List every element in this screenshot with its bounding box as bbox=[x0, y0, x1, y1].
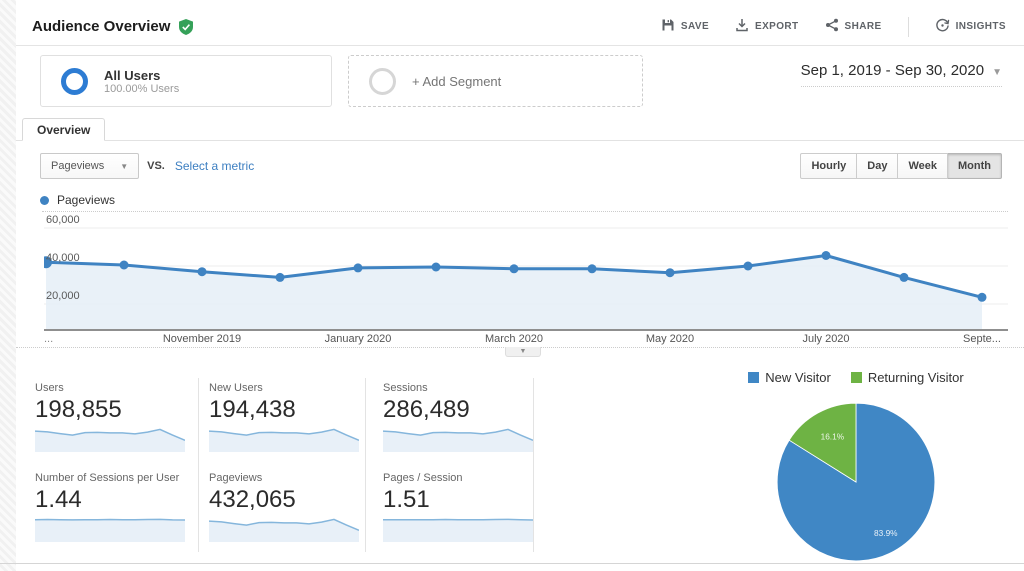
metric-card-users: Users 198,855 bbox=[35, 382, 185, 452]
insights-icon bbox=[935, 18, 950, 36]
metric-value: 432,065 bbox=[209, 486, 296, 513]
insights-button[interactable]: INSIGHTS bbox=[935, 18, 1006, 36]
granularity-day-button[interactable]: Day bbox=[857, 153, 899, 179]
x-axis-labels: ... November 2019 January 2020 March 2020 Ma… bbox=[44, 333, 1008, 347]
chevron-down-icon: ▼ bbox=[519, 348, 527, 355]
header-divider bbox=[907, 16, 909, 37]
segment-all-users[interactable]: All Users 100.00% Users bbox=[40, 55, 332, 107]
add-segment-label: + Add Segment bbox=[412, 73, 502, 89]
svg-text:83.9%: 83.9% bbox=[874, 528, 898, 538]
header-actions: SAVE EXPORT SHARE INSIGHTS bbox=[661, 16, 1006, 37]
card-divider bbox=[533, 378, 534, 552]
metric-card-sessions-per-user: Number of Sessions per User 1.44 bbox=[35, 472, 185, 542]
metric-label: Users bbox=[35, 382, 64, 394]
segment-detail: 100.00% Users bbox=[104, 82, 180, 95]
pie-legend: New Visitor Returning Visitor bbox=[706, 370, 1006, 385]
legend-item-returning-visitor: Returning Visitor bbox=[850, 370, 964, 385]
metric-card-pages-per-session: Pages / Session 1.51 bbox=[383, 472, 533, 542]
share-button[interactable]: SHARE bbox=[825, 18, 882, 35]
sparkline-chart bbox=[35, 518, 185, 542]
metric-card-pageviews: Pageviews 432,065 bbox=[209, 472, 359, 542]
svg-text:16.1%: 16.1% bbox=[821, 431, 845, 441]
page-left-gutter bbox=[0, 0, 16, 571]
date-range-selector[interactable]: Sep 1, 2019 - Sep 30, 2020 ▼ bbox=[800, 62, 1002, 87]
series-dot-icon bbox=[40, 195, 49, 205]
add-segment-button[interactable]: + Add Segment bbox=[348, 55, 643, 107]
segment-ring-icon bbox=[61, 67, 88, 95]
chart-legend: Pageviews bbox=[40, 193, 115, 207]
metric-dropdown[interactable]: Pageviews ▼ bbox=[40, 153, 140, 179]
x-tick-label: March 2020 bbox=[484, 333, 544, 345]
returning-visitor-swatch-icon bbox=[850, 372, 862, 383]
y-tick-label: 20,000 bbox=[46, 290, 80, 302]
metric-value: 286,489 bbox=[383, 396, 470, 423]
metric-value: 194,438 bbox=[209, 396, 296, 423]
export-icon bbox=[735, 18, 749, 35]
share-icon bbox=[825, 18, 839, 35]
pageviews-line-chart bbox=[44, 227, 1008, 331]
y-tick-label: 60,000 bbox=[46, 214, 80, 226]
tab-overview[interactable]: Overview bbox=[22, 118, 106, 141]
x-tick-label: July 2020 bbox=[802, 333, 850, 345]
segment-name: All Users bbox=[104, 67, 161, 83]
page-bottom-border bbox=[0, 563, 1024, 564]
select-metric-link[interactable]: Select a metric bbox=[175, 159, 254, 173]
add-segment-ring-icon bbox=[369, 67, 396, 95]
metric-toolbar: Pageviews ▼ VS. Select a metric Hourly D… bbox=[40, 152, 1002, 180]
metric-card-new-users: New Users 194,438 bbox=[209, 382, 359, 452]
metric-label: Number of Sessions per User bbox=[35, 472, 180, 484]
metric-cards-grid: Users 198,855 New Users 194,438 Sessions… bbox=[35, 382, 533, 542]
vs-label: VS. bbox=[147, 160, 165, 172]
verified-shield-icon bbox=[178, 18, 194, 35]
granularity-switcher: Hourly Day Week Month bbox=[800, 153, 1002, 179]
visitor-type-panel: New Visitor Returning Visitor 83.9% 16.1% bbox=[706, 370, 1006, 565]
metric-value: 1.44 bbox=[35, 486, 82, 513]
save-icon bbox=[661, 18, 675, 35]
granularity-week-button[interactable]: Week bbox=[898, 153, 949, 179]
granularity-hourly-button[interactable]: Hourly bbox=[800, 153, 858, 179]
x-tick-label: ... bbox=[44, 333, 54, 345]
metric-label: Pageviews bbox=[209, 472, 263, 484]
tab-baseline bbox=[16, 140, 1024, 141]
page-title: Audience Overview bbox=[32, 18, 171, 35]
x-tick-label: January 2020 bbox=[324, 333, 392, 345]
series-legend-label: Pageviews bbox=[57, 193, 116, 207]
sparkline-chart bbox=[209, 428, 359, 452]
export-button[interactable]: EXPORT bbox=[735, 18, 799, 35]
sparkline-chart bbox=[209, 518, 359, 542]
sparkline-chart bbox=[383, 428, 533, 452]
metric-label: Pages / Session bbox=[383, 472, 463, 484]
y-tick-label: 40,000 bbox=[46, 252, 80, 264]
x-tick-label: May 2020 bbox=[645, 333, 695, 345]
metric-label: New Users bbox=[209, 382, 263, 394]
granularity-month-button[interactable]: Month bbox=[948, 153, 1002, 179]
metric-card-sessions: Sessions 286,489 bbox=[383, 382, 533, 452]
metric-label: Sessions bbox=[383, 382, 428, 394]
sparkline-chart bbox=[35, 428, 185, 452]
new-visitor-swatch-icon bbox=[748, 372, 760, 383]
visitor-type-pie-chart: 83.9% 16.1% bbox=[776, 402, 936, 562]
chart-collapse-tab[interactable]: ▼ bbox=[505, 347, 541, 357]
x-tick-label: November 2019 bbox=[162, 333, 242, 345]
chevron-down-icon: ▼ bbox=[120, 161, 129, 171]
chevron-down-icon: ▼ bbox=[992, 67, 1002, 78]
sparkline-chart bbox=[383, 518, 533, 542]
metric-value: 1.51 bbox=[383, 486, 430, 513]
x-tick-label: Septe... bbox=[963, 333, 1001, 345]
metric-value: 198,855 bbox=[35, 396, 122, 423]
save-button[interactable]: SAVE bbox=[661, 18, 709, 35]
legend-item-new-visitor: New Visitor bbox=[748, 370, 831, 385]
report-header: Audience Overview SAVE EXPORT SHARE INSI… bbox=[16, 8, 1024, 46]
